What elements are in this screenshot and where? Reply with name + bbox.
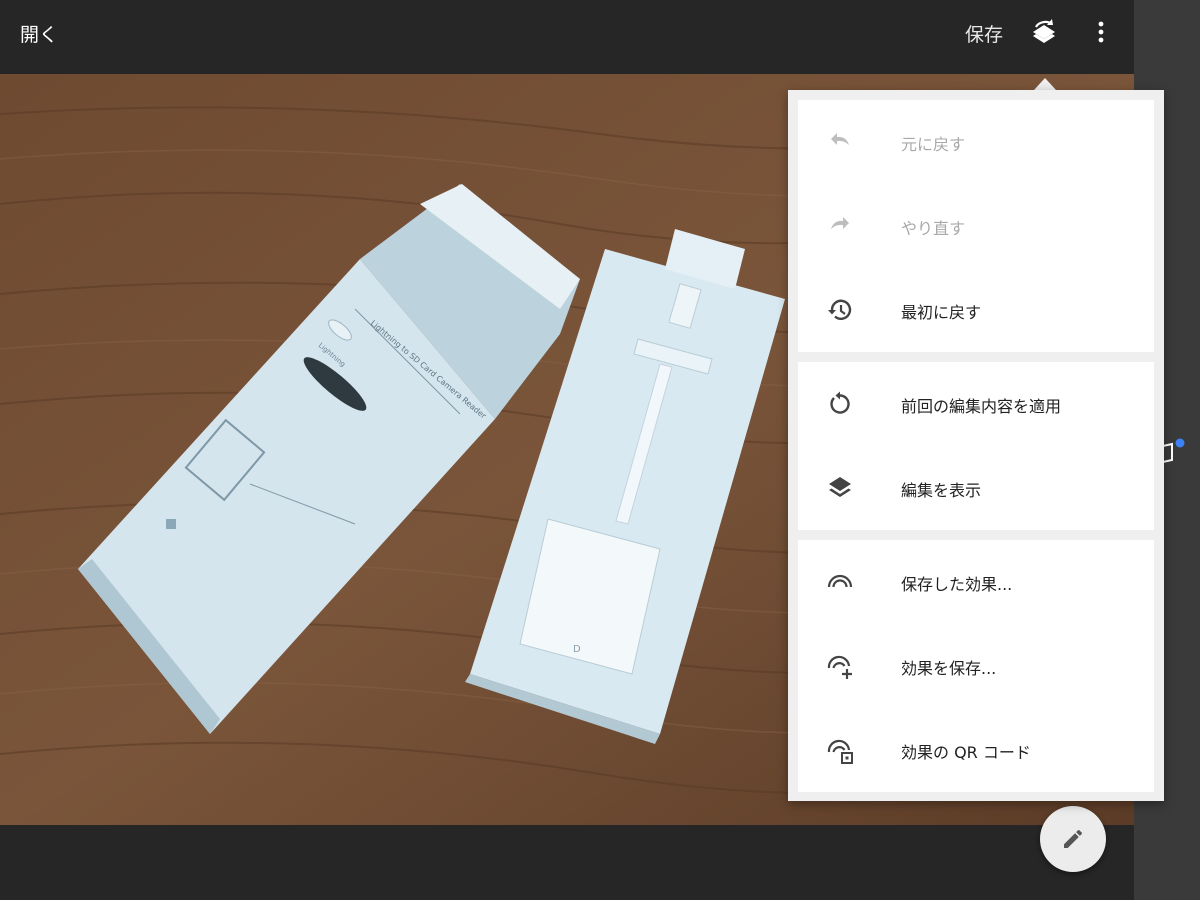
edit-stack-icon: [1033, 19, 1055, 43]
replay-icon: [830, 391, 850, 414]
save-look-menu-item[interactable]: 効果を保存...: [798, 624, 1154, 708]
apply-last-edits-menu-item[interactable]: 前回の編集内容を適用: [798, 362, 1154, 446]
revert-label: 最初に戻す: [901, 303, 982, 322]
save-look-label: 効果を保存...: [901, 659, 997, 678]
compare-icon-button[interactable]: [1160, 436, 1188, 466]
top-toolbar: 開く 保存: [0, 0, 1134, 74]
saved-looks-label: 保存した効果...: [901, 575, 1013, 594]
rainbow-add-icon: [827, 655, 852, 679]
edit-stack-menu: 元に戻す やり直す 最初に戻す 前回の編集内容を適用 編集を表示 保存した効果.…: [788, 90, 1164, 801]
saved-looks-menu-item[interactable]: 保存した効果...: [798, 540, 1154, 624]
apply-last-edits-label: 前回の編集内容を適用: [901, 397, 1062, 416]
undo-icon: [831, 133, 849, 145]
bottom-bar: [0, 825, 1134, 900]
redo-label: やり直す: [901, 219, 966, 238]
more-options-button[interactable]: [1089, 18, 1113, 48]
more-vert-icon: [1098, 21, 1104, 43]
edit-stack-button[interactable]: [1028, 16, 1060, 50]
undo-label: 元に戻す: [901, 135, 966, 154]
look-qr-label: 効果の QR コード: [901, 743, 1031, 762]
history-icon: [828, 299, 852, 320]
revert-menu-item[interactable]: 最初に戻す: [798, 268, 1154, 352]
open-button[interactable]: 開く: [20, 20, 58, 47]
look-qr-menu-item[interactable]: 効果の QR コード: [798, 708, 1154, 792]
menu-group-looks: 保存した効果... 効果を保存... 効果の QR コード: [798, 540, 1154, 792]
menu-group-edits: 前回の編集内容を適用 編集を表示: [798, 362, 1154, 530]
pencil-icon: [1064, 829, 1082, 848]
adapter-mark: D: [573, 644, 581, 655]
rainbow-icon: [827, 574, 853, 588]
book-icon: [1162, 438, 1185, 464]
view-edits-menu-item[interactable]: 編集を表示: [798, 446, 1154, 530]
redo-icon: [831, 217, 849, 229]
view-edits-label: 編集を表示: [901, 481, 982, 500]
save-button[interactable]: 保存: [965, 20, 1003, 47]
layers-icon: [829, 477, 851, 497]
edit-fab-button[interactable]: [1040, 806, 1106, 872]
undo-menu-item[interactable]: 元に戻す: [798, 100, 1154, 184]
menu-group-history: 元に戻す やり直す 最初に戻す: [798, 100, 1154, 352]
menu-pointer: [1034, 78, 1056, 90]
redo-menu-item[interactable]: やり直す: [798, 184, 1154, 268]
rainbow-qr-icon: [827, 739, 853, 764]
